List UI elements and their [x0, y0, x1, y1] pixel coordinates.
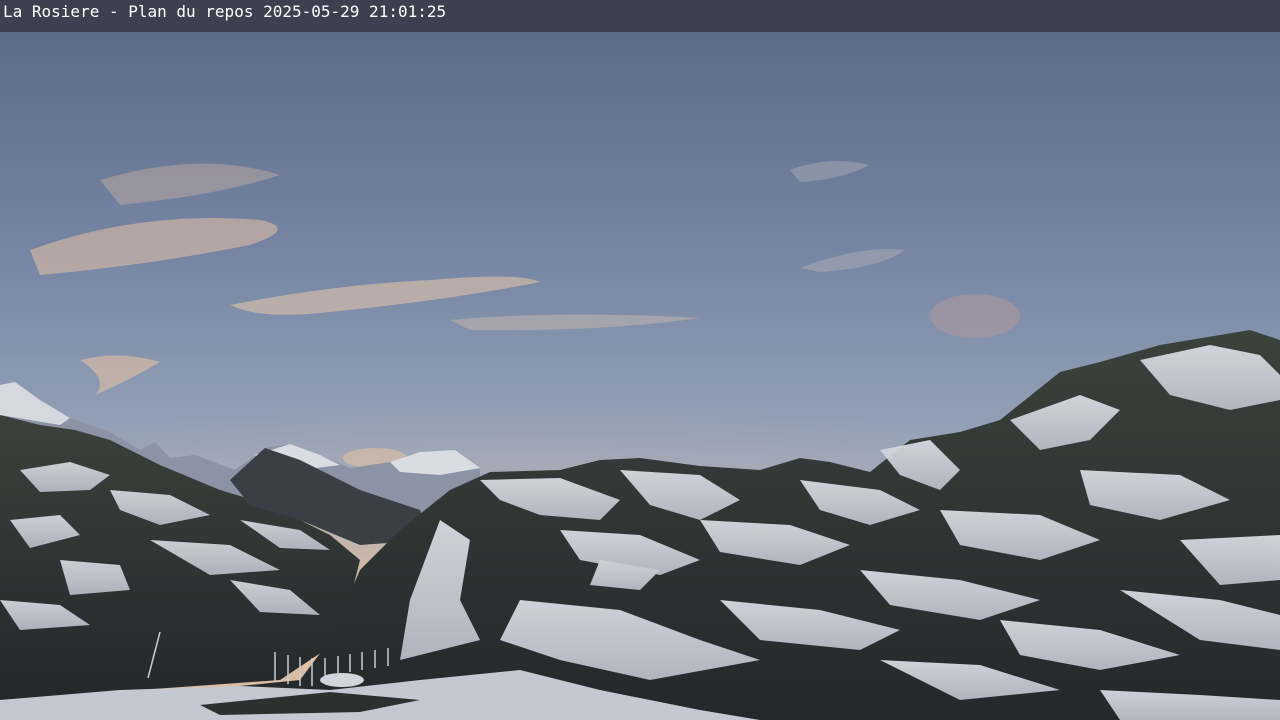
caption-location: La Rosiere - Plan du repos: [3, 2, 254, 21]
caption-timestamp: 2025-05-29 21:01:25: [263, 2, 447, 21]
caption-bar: La Rosiere - Plan du repos 2025-05-29 21…: [0, 0, 1280, 32]
mountain-scene-image: [0, 0, 1280, 720]
webcam-view: La Rosiere - Plan du repos 2025-05-29 21…: [0, 0, 1280, 720]
